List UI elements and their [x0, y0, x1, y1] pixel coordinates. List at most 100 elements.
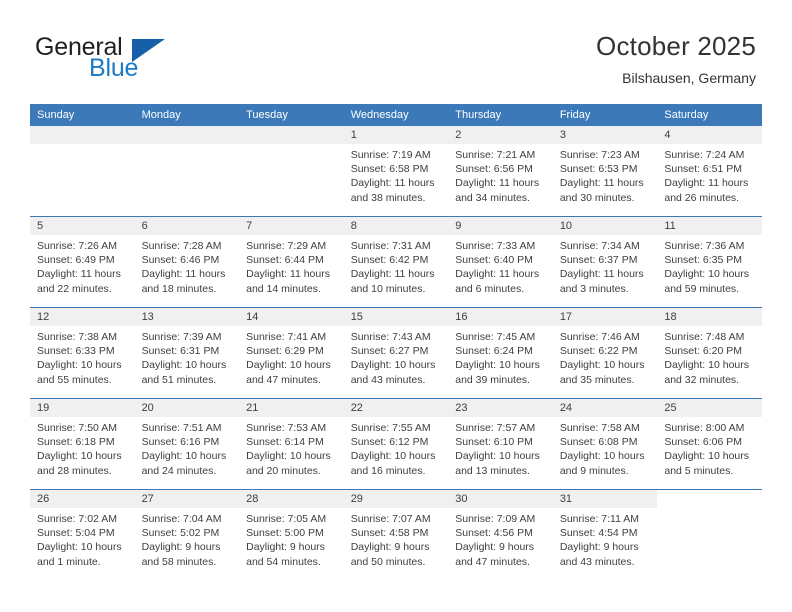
daylight-duration-line1: Daylight: 11 hours: [37, 268, 121, 281]
calendar-day-cell[interactable]: 31 Sunrise: 7:11 AM Sunset: 4:54 PM Dayligh…: [552, 489, 658, 580]
daylight-duration-line1: Daylight: 10 hours: [37, 541, 122, 554]
daylight-duration-line2: and 9 minutes.: [559, 464, 629, 477]
sunrise-time: Sunrise: 7:58 AM: [559, 422, 640, 434]
daylight-duration-line2: and 51 minutes.: [141, 373, 217, 386]
calendar-day-cell[interactable]: 12 Sunrise: 7:38 AM Sunset: 6:33 PM Dayligh…: [30, 307, 135, 399]
sunrise-time: Sunrise: 7:43 AM: [350, 331, 431, 343]
calendar-day-cell[interactable]: 30 Sunrise: 7:09 AM Sunset: 4:56 PM Dayligh…: [448, 489, 553, 580]
day-number: 3: [552, 126, 658, 144]
sunset-time: Sunset: 5:04 PM: [37, 527, 115, 540]
daylight-duration-line1: Daylight: 10 hours: [455, 450, 540, 463]
day-info: Sunrise: 7:28 AM Sunset: 6:46 PM Daylight:…: [135, 235, 240, 296]
calendar-day-cell[interactable]: 21 Sunrise: 7:53 AM Sunset: 6:14 PM Dayligh…: [239, 398, 344, 490]
day-number: [239, 126, 344, 144]
daylight-duration-line2: and 24 minutes.: [141, 464, 217, 477]
day-info: Sunrise: 7:02 AM Sunset: 5:04 PM Daylight:…: [30, 508, 135, 569]
sunset-time: Sunset: 4:56 PM: [455, 527, 533, 540]
calendar-day-cell[interactable]: 11 Sunrise: 7:36 AM Sunset: 6:35 PM Dayligh…: [657, 216, 762, 308]
calendar-day-cell[interactable]: 15 Sunrise: 7:43 AM Sunset: 6:27 PM Dayligh…: [343, 307, 449, 399]
sunset-time: Sunset: 6:58 PM: [350, 163, 429, 176]
calendar-day-cell[interactable]: 9 Sunrise: 7:33 AM Sunset: 6:40 PM Daylight…: [448, 216, 553, 308]
daylight-duration-line2: and 22 minutes.: [37, 282, 112, 295]
calendar-day-cell[interactable]: 7 Sunrise: 7:29 AM Sunset: 6:44 PM Daylight…: [239, 216, 344, 308]
day-number: 11: [657, 217, 762, 235]
daylight-duration-line2: and 10 minutes.: [350, 282, 426, 295]
calendar-day-cell[interactable]: 28 Sunrise: 7:05 AM Sunset: 5:00 PM Dayligh…: [239, 489, 344, 580]
calendar-day-cell[interactable]: 5 Sunrise: 7:26 AM Sunset: 6:49 PM Daylight…: [30, 216, 135, 308]
day-number: 6: [134, 217, 240, 235]
day-info: Sunrise: 7:50 AM Sunset: 6:18 PM Daylight:…: [30, 417, 135, 478]
sunset-time: Sunset: 6:42 PM: [350, 254, 429, 267]
calendar-day-cell[interactable]: 29 Sunrise: 7:07 AM Sunset: 4:58 PM Dayligh…: [343, 489, 449, 580]
calendar-day-cell[interactable]: 17 Sunrise: 7:46 AM Sunset: 6:22 PM Dayligh…: [552, 307, 658, 399]
calendar-cell-empty: [657, 489, 762, 580]
calendar-day-cell[interactable]: 4 Sunrise: 7:24 AM Sunset: 6:51 PM Daylight…: [657, 126, 762, 217]
sunset-time: Sunset: 4:54 PM: [559, 527, 638, 540]
calendar-day-cell[interactable]: 10 Sunrise: 7:34 AM Sunset: 6:37 PM Dayligh…: [552, 216, 658, 308]
daylight-duration-line1: Daylight: 9 hours: [559, 541, 639, 554]
daylight-duration-line2: and 16 minutes.: [350, 464, 426, 477]
sunrise-time: Sunrise: 7:34 AM: [559, 240, 640, 252]
day-number: 12: [30, 308, 135, 326]
sunset-time: Sunset: 6:18 PM: [37, 436, 115, 449]
sunrise-time: Sunrise: 7:31 AM: [350, 240, 431, 252]
day-number: 5: [30, 217, 135, 235]
sunrise-time: Sunrise: 7:21 AM: [455, 149, 536, 161]
day-info: Sunrise: 7:09 AM Sunset: 4:56 PM Daylight:…: [448, 508, 553, 569]
daylight-duration-line2: and 43 minutes.: [559, 555, 635, 568]
day-info: Sunrise: 7:39 AM Sunset: 6:31 PM Daylight:…: [135, 326, 240, 387]
calendar-day-cell[interactable]: 18 Sunrise: 7:48 AM Sunset: 6:20 PM Dayligh…: [657, 307, 762, 399]
day-number: 21: [239, 399, 344, 417]
sunrise-time: Sunrise: 7:53 AM: [246, 422, 327, 434]
calendar-day-cell[interactable]: 1 Sunrise: 7:19 AM Sunset: 6:58 PM Daylight…: [343, 126, 449, 217]
day-info: Sunrise: 7:24 AM Sunset: 6:51 PM Daylight:…: [657, 144, 762, 205]
calendar-day-cell[interactable]: 27 Sunrise: 7:04 AM Sunset: 5:02 PM Dayligh…: [134, 489, 240, 580]
page-title: October 2025: [596, 31, 756, 61]
sunset-time: Sunset: 6:53 PM: [559, 163, 638, 176]
daylight-duration-line1: Daylight: 11 hours: [246, 268, 330, 281]
day-info: Sunrise: 7:29 AM Sunset: 6:44 PM Daylight:…: [239, 235, 344, 296]
day-info: Sunrise: 7:05 AM Sunset: 5:00 PM Daylight:…: [239, 508, 344, 569]
sunrise-time: Sunrise: 7:46 AM: [559, 331, 640, 343]
daylight-duration-line1: Daylight: 10 hours: [141, 450, 227, 463]
sunset-time: Sunset: 6:20 PM: [664, 345, 743, 358]
calendar-day-cell[interactable]: 26 Sunrise: 7:02 AM Sunset: 5:04 PM Dayligh…: [30, 489, 135, 580]
day-number: 14: [239, 308, 344, 326]
calendar-day-cell[interactable]: 16 Sunrise: 7:45 AM Sunset: 6:24 PM Dayligh…: [448, 307, 553, 399]
daylight-duration-line2: and 59 minutes.: [664, 282, 740, 295]
calendar-day-cell[interactable]: 6 Sunrise: 7:28 AM Sunset: 6:46 PM Daylight…: [134, 216, 240, 308]
brand-logo[interactable]: General Blue: [35, 35, 235, 87]
calendar-day-cell[interactable]: 13 Sunrise: 7:39 AM Sunset: 6:31 PM Dayligh…: [134, 307, 240, 399]
day-number: 29: [343, 490, 449, 508]
sunset-time: Sunset: 6:10 PM: [455, 436, 533, 449]
calendar-day-cell[interactable]: 8 Sunrise: 7:31 AM Sunset: 6:42 PM Daylight…: [343, 216, 449, 308]
day-number: 18: [657, 308, 762, 326]
day-number: 27: [134, 490, 240, 508]
calendar-day-cell[interactable]: 23 Sunrise: 7:57 AM Sunset: 6:10 PM Dayligh…: [448, 398, 553, 490]
daylight-duration-line2: and 3 minutes.: [559, 282, 629, 295]
calendar-day-cell[interactable]: 22 Sunrise: 7:55 AM Sunset: 6:12 PM Dayligh…: [343, 398, 449, 490]
daylight-duration-line1: Daylight: 9 hours: [350, 541, 430, 554]
daylight-duration-line2: and 30 minutes.: [559, 191, 635, 204]
sunrise-time: Sunrise: 7:50 AM: [37, 422, 117, 434]
calendar-day-cell[interactable]: 19 Sunrise: 7:50 AM Sunset: 6:18 PM Dayligh…: [30, 398, 135, 490]
calendar-day-cell[interactable]: 25 Sunrise: 8:00 AM Sunset: 6:06 PM Dayligh…: [657, 398, 762, 490]
daylight-duration-line1: Daylight: 10 hours: [141, 359, 227, 372]
weekday-header-thursday: Thursday: [448, 104, 553, 126]
calendar-day-cell[interactable]: 14 Sunrise: 7:41 AM Sunset: 6:29 PM Dayligh…: [239, 307, 344, 399]
weekday-header-saturday: Saturday: [657, 104, 762, 126]
day-info: Sunrise: 7:23 AM Sunset: 6:53 PM Daylight:…: [553, 144, 658, 205]
day-number: 15: [343, 308, 449, 326]
calendar-day-cell[interactable]: 20 Sunrise: 7:51 AM Sunset: 6:16 PM Dayligh…: [134, 398, 240, 490]
calendar-day-cell[interactable]: 3 Sunrise: 7:23 AM Sunset: 6:53 PM Daylight…: [552, 126, 658, 217]
calendar-day-cell[interactable]: 2 Sunrise: 7:21 AM Sunset: 6:56 PM Daylight…: [448, 126, 553, 217]
day-info: Sunrise: 7:19 AM Sunset: 6:58 PM Daylight:…: [344, 144, 449, 205]
calendar-grid: Sunday Monday Tuesday Wednesday Thursday…: [30, 104, 762, 580]
day-info: Sunrise: 7:04 AM Sunset: 5:02 PM Daylight:…: [135, 508, 240, 569]
sunrise-time: Sunrise: 8:00 AM: [664, 422, 745, 434]
daylight-duration-line1: Daylight: 10 hours: [246, 359, 331, 372]
day-number: 10: [552, 217, 658, 235]
daylight-duration-line2: and 35 minutes.: [559, 373, 635, 386]
sunrise-time: Sunrise: 7:36 AM: [664, 240, 745, 252]
calendar-day-cell[interactable]: 24 Sunrise: 7:58 AM Sunset: 6:08 PM Dayligh…: [552, 398, 658, 490]
